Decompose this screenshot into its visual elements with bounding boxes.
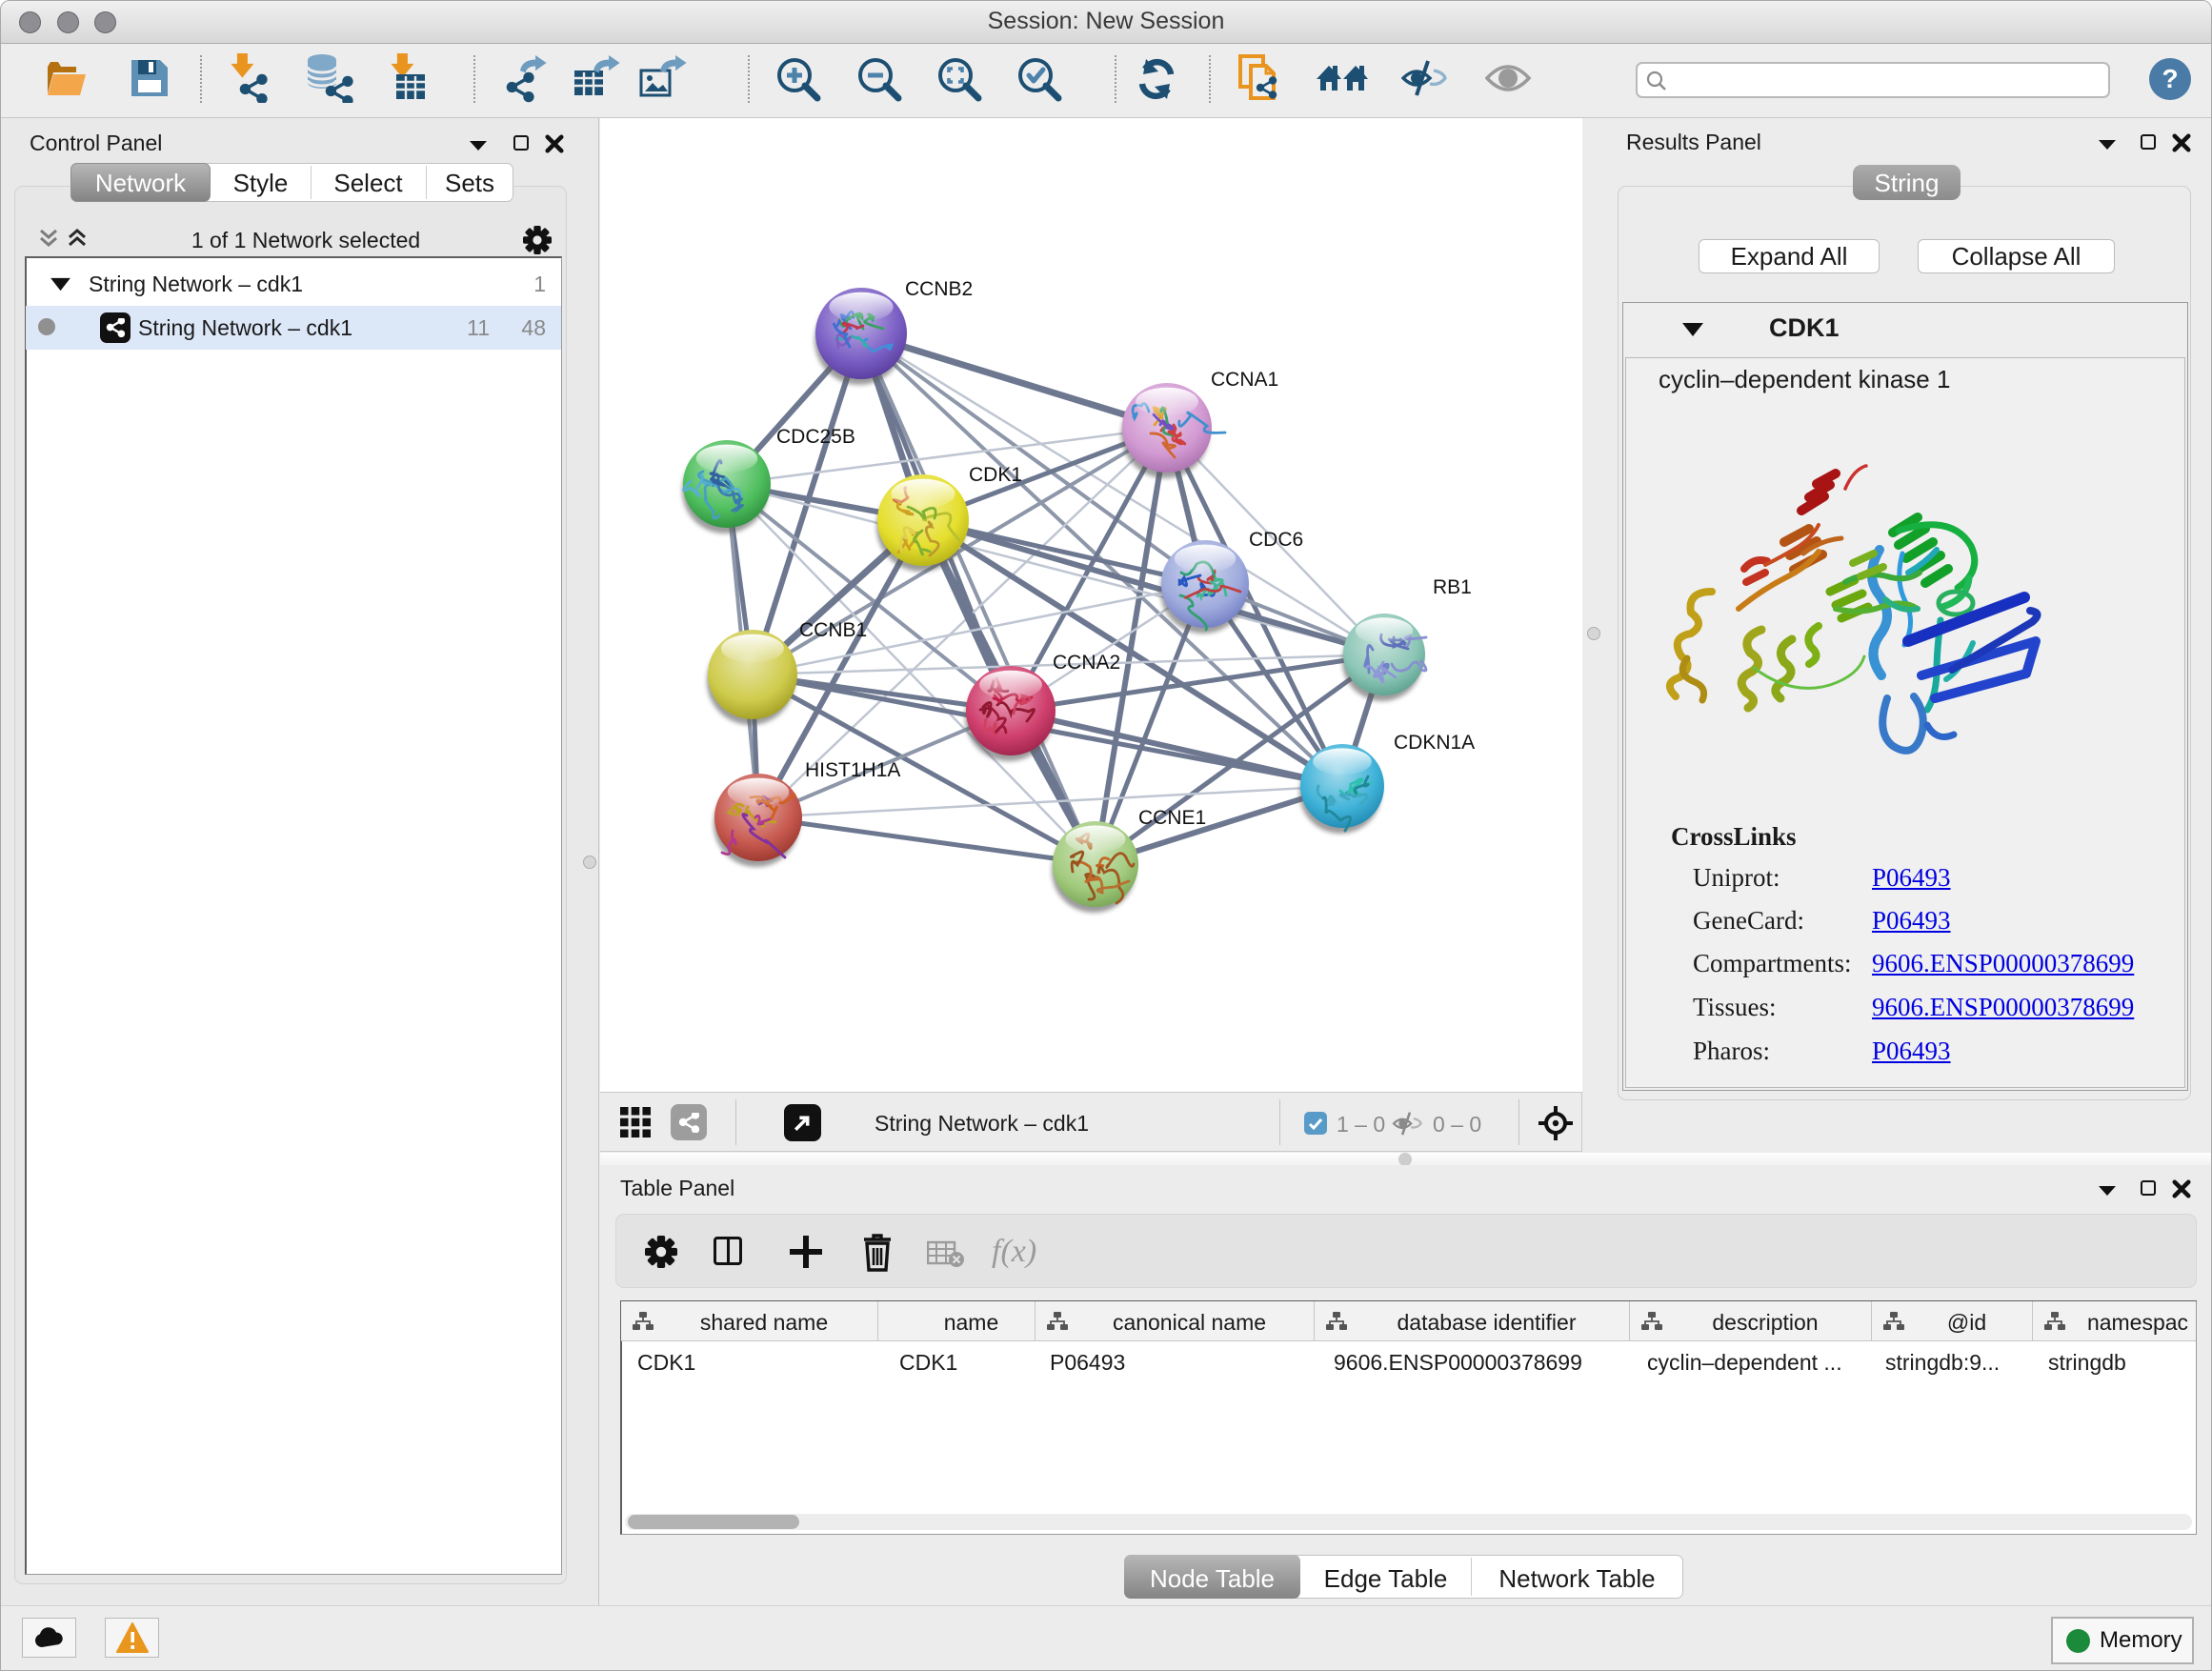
svg-text:CDKN1A: CDKN1A — [1394, 732, 1475, 754]
svg-text:CCNE1: CCNE1 — [1138, 807, 1206, 829]
svg-text:CDK1: CDK1 — [969, 464, 1022, 486]
svg-text:RB1: RB1 — [1433, 576, 1472, 598]
svg-text:CCNB2: CCNB2 — [905, 278, 973, 300]
svg-text:CCNA2: CCNA2 — [1053, 652, 1120, 674]
svg-text:CCNA1: CCNA1 — [1211, 369, 1278, 391]
svg-text:CDC6: CDC6 — [1249, 529, 1303, 551]
svg-text:CCNB1: CCNB1 — [799, 619, 867, 641]
svg-text:HIST1H1A: HIST1H1A — [805, 759, 900, 781]
svg-text:?: ? — [2162, 64, 2178, 93]
svg-text:CDC25B: CDC25B — [776, 426, 855, 448]
